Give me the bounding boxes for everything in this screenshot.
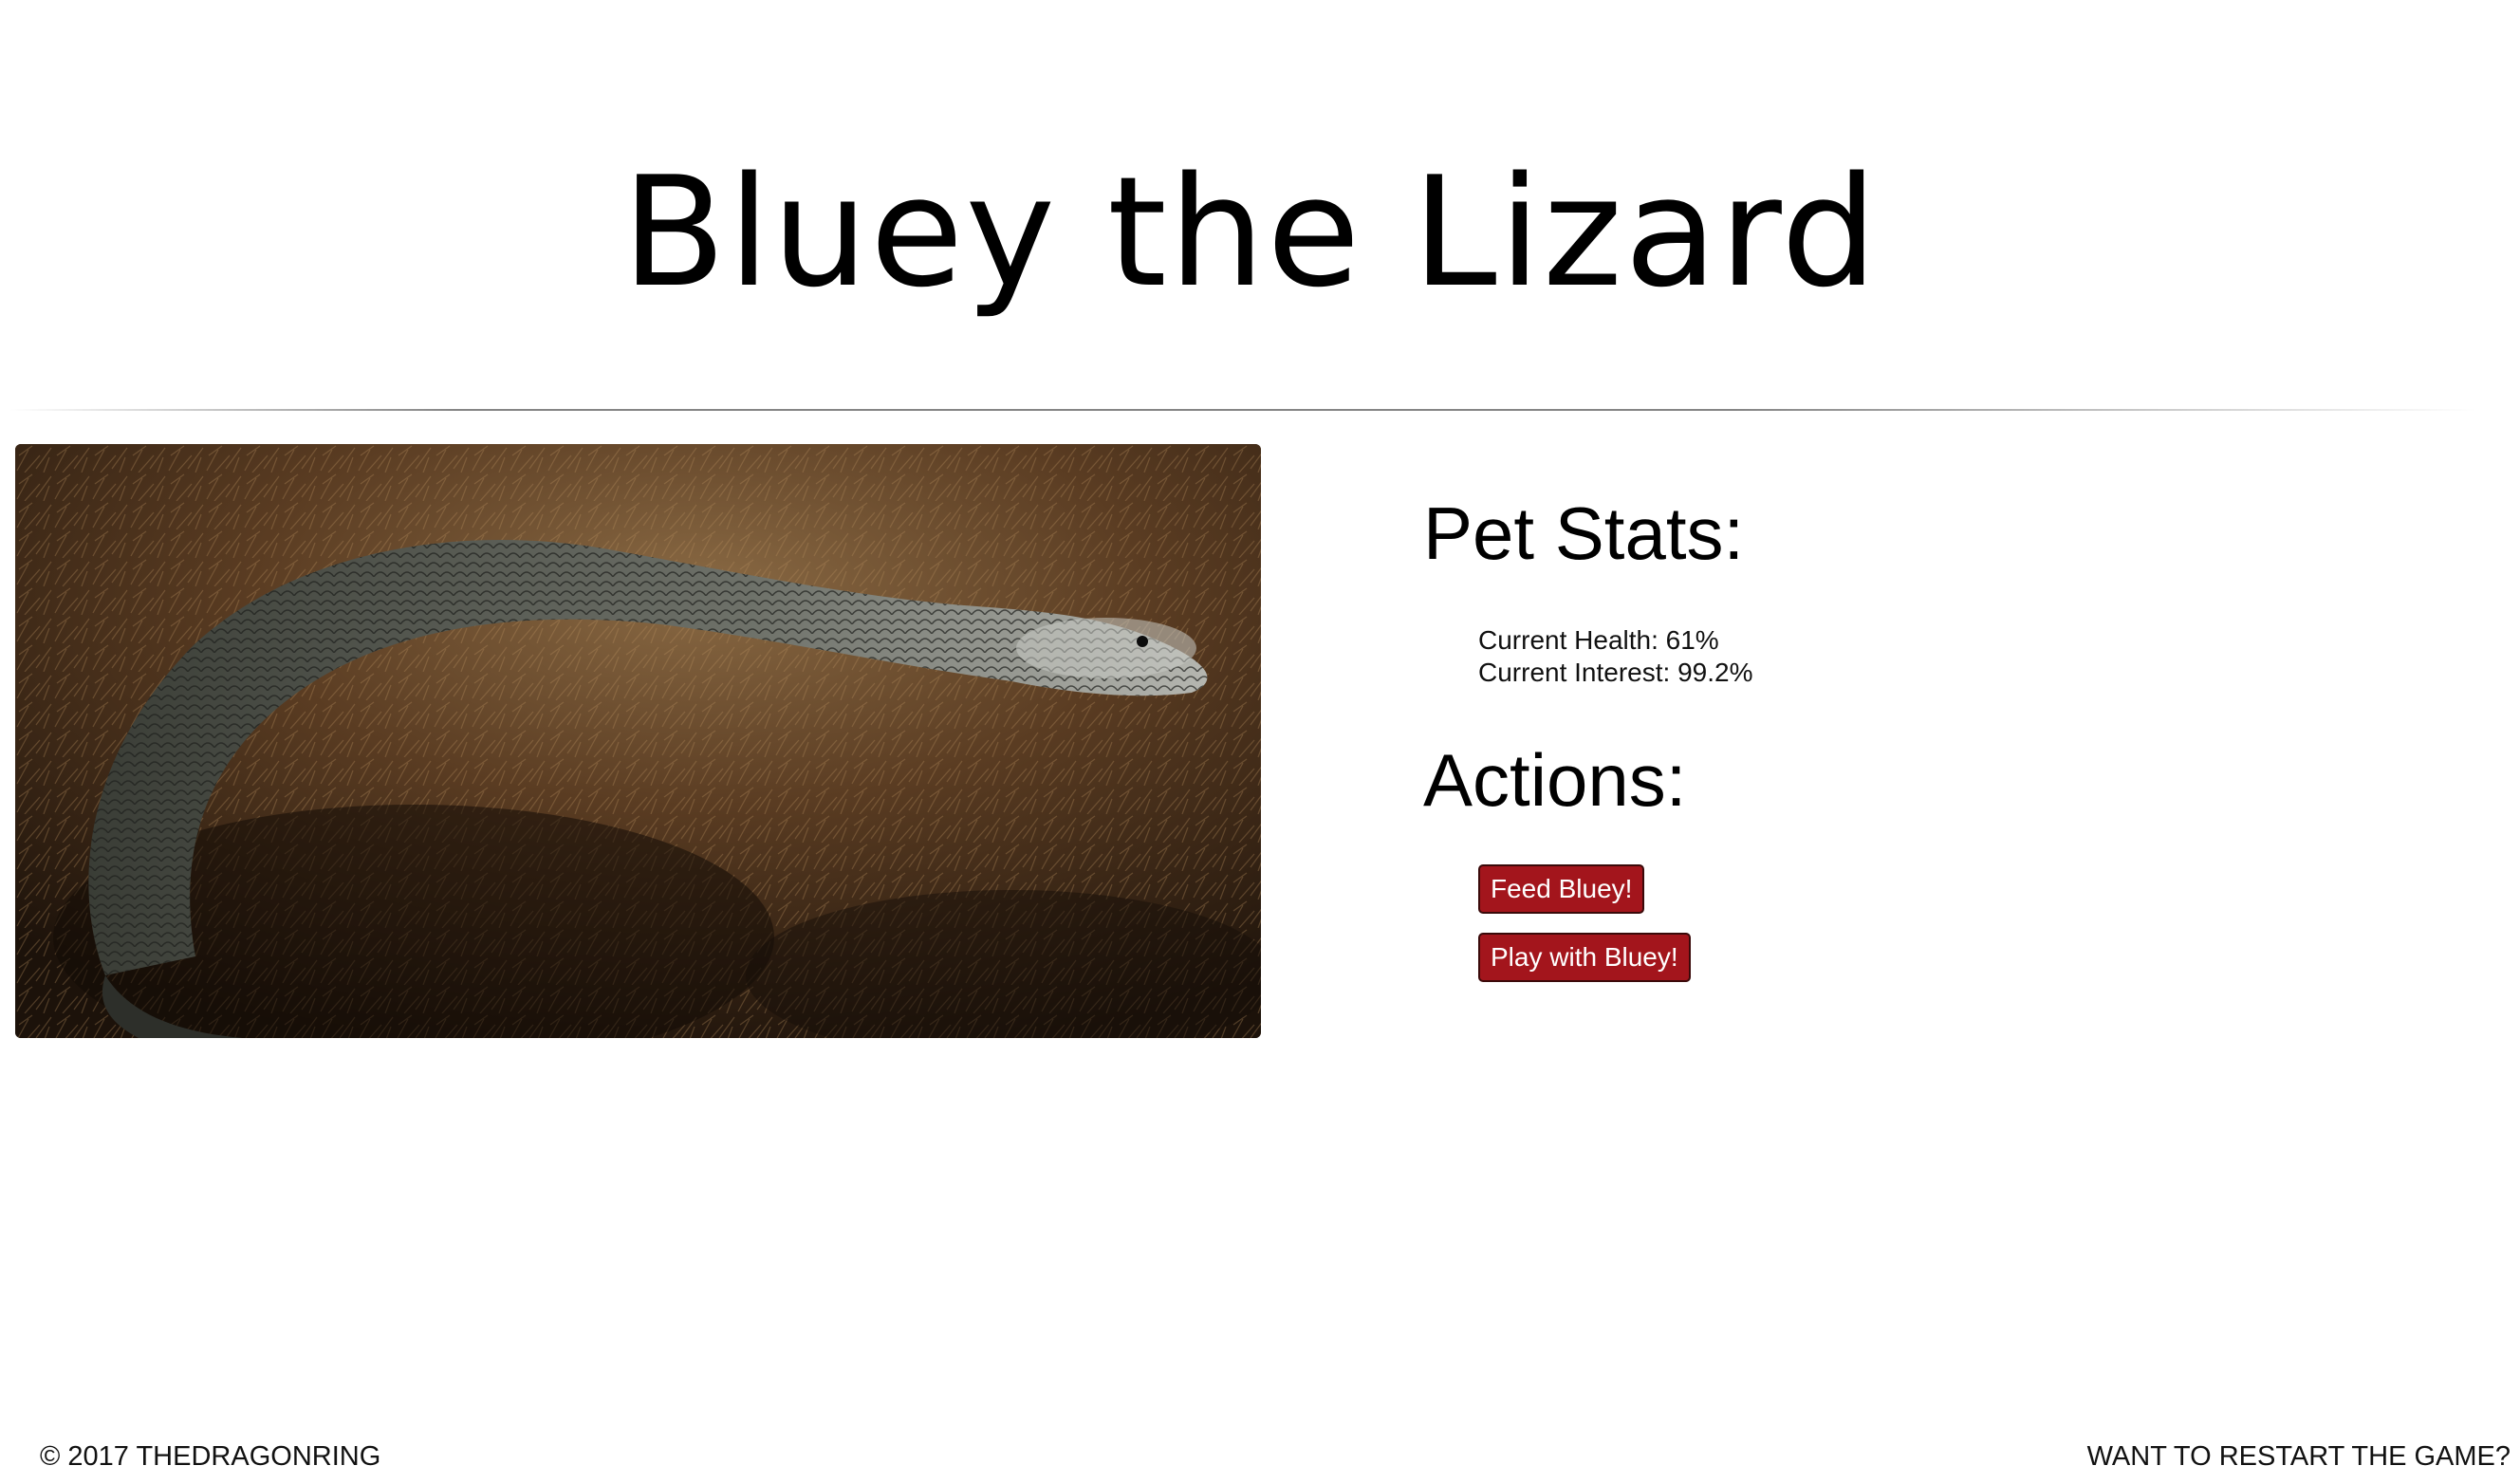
pet-photo — [15, 444, 1261, 1038]
restart-game-link[interactable]: WANT TO RESTART THE GAME? — [2087, 1440, 2511, 1473]
feed-button[interactable]: Feed Bluey! — [1478, 864, 1645, 914]
page-title: Bluey the Lizard — [621, 143, 1880, 321]
pet-stats-heading: Pet Stats: — [1423, 492, 1745, 575]
play-button[interactable]: Play with Bluey! — [1478, 933, 1691, 982]
current-interest-stat: Current Interest: 99.2% — [1478, 658, 1753, 687]
copyright-text: © 2017 THEDRAGONRING — [40, 1441, 381, 1472]
stats-list: Current Health: 61% Current Interest: 99… — [1478, 624, 1752, 689]
header-divider — [9, 409, 2476, 411]
current-health-stat: Current Health: 61% — [1478, 625, 1719, 655]
actions-heading: Actions: — [1423, 738, 1687, 822]
